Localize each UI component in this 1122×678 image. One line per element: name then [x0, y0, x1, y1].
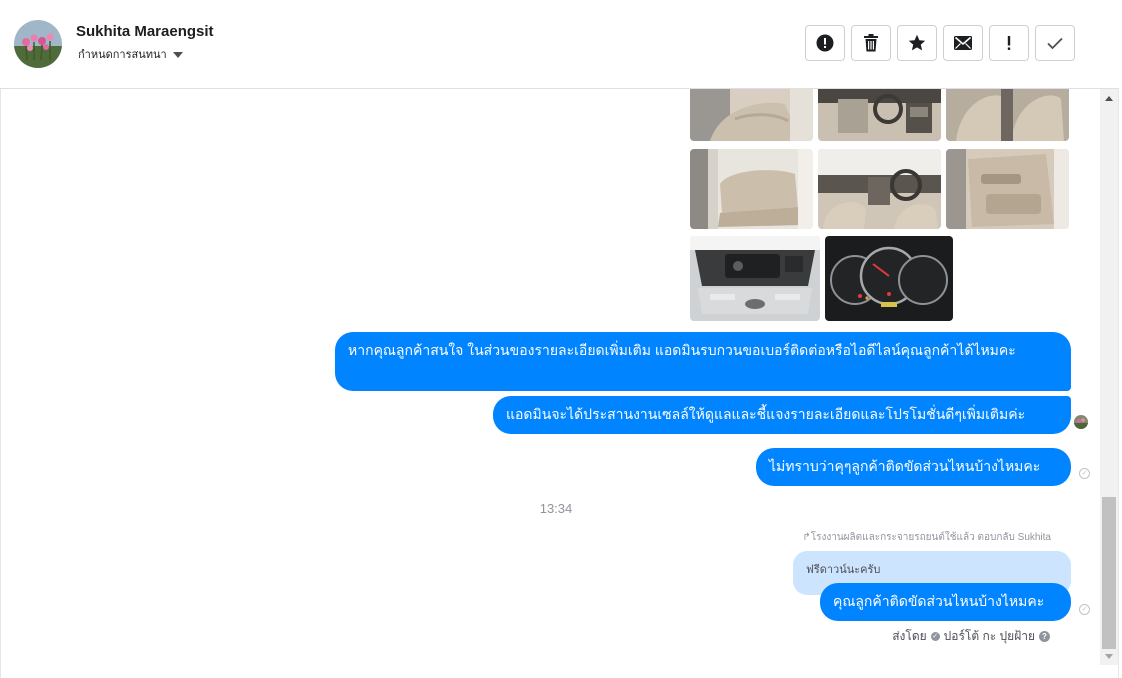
- car-photo-2[interactable]: [818, 89, 941, 141]
- contact-name[interactable]: Sukhita Maraengsit: [76, 23, 214, 40]
- exclamation-icon: [1007, 36, 1011, 50]
- trash-icon: [864, 34, 878, 52]
- mark-done-button[interactable]: [1035, 25, 1075, 61]
- delete-button[interactable]: [851, 25, 891, 61]
- help-icon[interactable]: ?: [1039, 631, 1050, 642]
- sent-by-label: ส่งโดย: [892, 629, 927, 643]
- car-photo-5[interactable]: [818, 149, 941, 229]
- seen-avatar: [1074, 415, 1088, 429]
- spam-button[interactable]: [805, 25, 845, 61]
- scroll-up-arrow-icon[interactable]: [1100, 89, 1118, 107]
- message-bubble[interactable]: หากคุณลูกค้าสนใจ ในส่วนของรายละเอียดเพิ่…: [335, 332, 1071, 391]
- important-button[interactable]: [989, 25, 1029, 61]
- chevron-down-icon: [172, 51, 183, 58]
- reply-arrow-icon: ↱: [802, 532, 811, 543]
- thread-scrollbar[interactable]: [1100, 89, 1118, 665]
- scroll-down-arrow-icon[interactable]: [1100, 647, 1118, 665]
- sent-by-name[interactable]: ปอร์โต้ กะ ปุยฝ้าย: [944, 627, 1035, 646]
- assign-conversation-dropdown[interactable]: กำหนดการสนทนา: [78, 45, 183, 63]
- header-actions: [805, 25, 1075, 61]
- star-icon: [908, 34, 926, 51]
- reply-context: ↱โรงงานผลิตและกระจายรถยนต์ใช้แล้ว ตอบกลั…: [802, 530, 1051, 545]
- reply-message-bubble[interactable]: คุณลูกค้าติดขัดส่วนไหนบ้างไหมคะ: [820, 583, 1071, 621]
- alert-circle-icon: [816, 34, 834, 52]
- delivered-check-icon: ✓: [1079, 604, 1090, 615]
- conversation-header: Sukhita Maraengsit กำหนดการสนทนา: [0, 0, 1119, 89]
- message-thread[interactable]: หากคุณลูกค้าสนใจ ในส่วนของรายละเอียดเพิ่…: [0, 89, 1100, 678]
- check-badge-icon: ✓: [930, 632, 940, 641]
- star-button[interactable]: [897, 25, 937, 61]
- envelope-icon: [954, 36, 972, 50]
- car-photo-4[interactable]: [690, 149, 813, 229]
- scrollbar-thumb[interactable]: [1102, 497, 1116, 649]
- car-photo-6[interactable]: [946, 149, 1069, 229]
- car-photo-3[interactable]: [946, 89, 1069, 141]
- reply-context-text: โรงงานผลิตและกระจายรถยนต์ใช้แล้ว ตอบกลับ…: [810, 532, 1051, 543]
- message-bubble[interactable]: ไม่ทราบว่าคุๆลูกค้าติดขัดส่วนไหนบ้างไหมค…: [756, 448, 1071, 486]
- car-photo-8[interactable]: [825, 236, 953, 321]
- message-timestamp: 13:34: [539, 501, 573, 516]
- sent-by-info: ส่งโดย ✓ ปอร์โต้ กะ ปุยฝ้าย ?: [892, 627, 1050, 646]
- contact-avatar[interactable]: [14, 20, 62, 68]
- mark-unread-button[interactable]: [943, 25, 983, 61]
- message-bubble[interactable]: แอดมินจะได้ประสานงานเซลล์ให้ดูแลและชี้แจ…: [493, 396, 1071, 434]
- car-photo-1[interactable]: [690, 89, 813, 141]
- checkmark-icon: [1047, 37, 1063, 50]
- assign-label: กำหนดการสนทนา: [78, 49, 167, 61]
- delivered-check-icon: ✓: [1079, 468, 1090, 479]
- car-photo-7[interactable]: [690, 236, 820, 321]
